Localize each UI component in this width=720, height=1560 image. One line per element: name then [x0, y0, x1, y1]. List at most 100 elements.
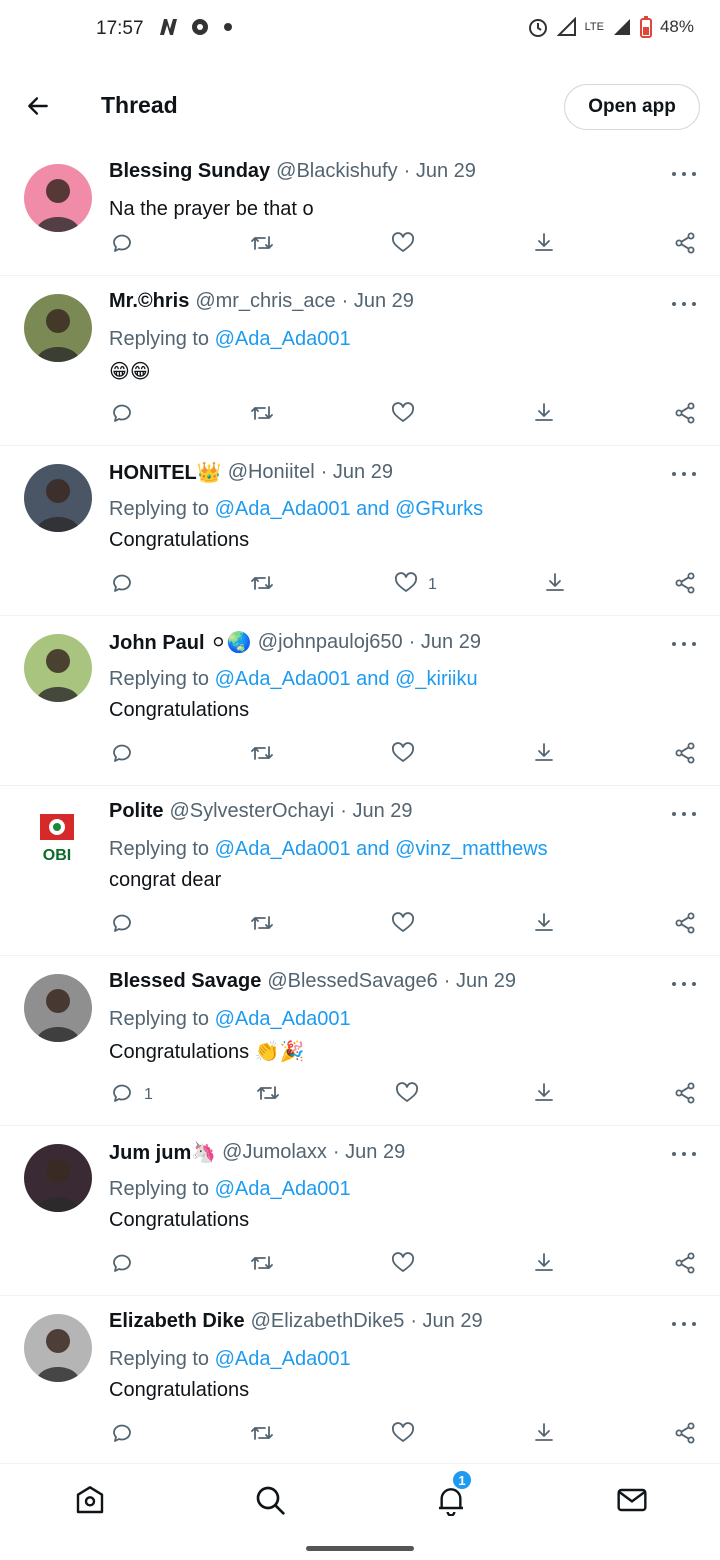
avatar[interactable] — [24, 634, 92, 702]
reply-mentions[interactable]: @Ada_Ada001 — [215, 1178, 351, 1200]
retweet-button[interactable] — [250, 570, 274, 600]
tweet-row[interactable]: Jum jum🦄 @Jumolaxx · Jun 29 Replying to @Ad… — [0, 1126, 720, 1296]
nav-messages[interactable] — [614, 1482, 650, 1518]
retweet-button[interactable] — [250, 910, 274, 940]
like-button[interactable] — [391, 910, 425, 940]
reply-mentions[interactable]: @Ada_Ada001 — [215, 1348, 351, 1370]
share-button[interactable] — [673, 1420, 697, 1450]
reply-mentions[interactable]: @Ada_Ada001 and @vinz_matthews — [215, 838, 548, 860]
author-handle[interactable]: @BlessedSavage6 — [267, 970, 437, 993]
avatar[interactable] — [24, 294, 92, 362]
share-button[interactable] — [673, 1080, 697, 1110]
author-handle[interactable]: @SylvesterOchayi — [169, 800, 334, 823]
more-options-icon[interactable] — [672, 1322, 696, 1330]
reply-button[interactable] — [110, 1250, 144, 1280]
like-button[interactable] — [391, 1420, 425, 1450]
like-button[interactable] — [391, 230, 425, 260]
avatar[interactable] — [24, 164, 92, 232]
tweet-row[interactable]: Blessing Sunday @Blackishufy · Jun 29 Na th… — [0, 146, 720, 276]
reply-mentions[interactable]: @Ada_Ada001 and @GRurks — [215, 498, 484, 520]
author-name[interactable]: Mr.©hris — [109, 290, 189, 313]
reply-button[interactable] — [110, 910, 144, 940]
nav-home[interactable] — [72, 1482, 108, 1518]
tweet-row[interactable]: Elizabeth Dike @ElizabethDike5 · Jun 29 Rep… — [0, 1296, 720, 1466]
like-button[interactable] — [391, 400, 425, 430]
retweet-button[interactable] — [250, 1250, 274, 1280]
download-button[interactable] — [532, 910, 556, 940]
more-options-icon[interactable] — [672, 472, 696, 480]
author-name[interactable]: Elizabeth Dike — [109, 1310, 245, 1333]
nav-search[interactable] — [252, 1482, 288, 1518]
tweet-row[interactable]: OBI Polite @SylvesterOchayi · Jun 29 Replyin… — [0, 786, 720, 956]
avatar[interactable] — [24, 974, 92, 1042]
tweet-date[interactable]: · Jun 29 — [321, 461, 393, 484]
author-name[interactable]: HONITEL👑 — [109, 460, 222, 485]
open-app-button[interactable]: Open app — [564, 84, 700, 130]
share-button[interactable] — [673, 1250, 697, 1280]
like-button[interactable]: 1 — [394, 570, 437, 600]
retweet-button[interactable] — [250, 230, 274, 260]
download-button[interactable] — [532, 230, 556, 260]
reply-button[interactable]: 1 — [110, 1080, 153, 1110]
share-button[interactable] — [673, 230, 697, 260]
retweet-button[interactable] — [256, 1080, 280, 1110]
reply-mentions[interactable]: @Ada_Ada001 — [215, 1008, 351, 1030]
tweet-date[interactable]: · Jun 29 — [342, 290, 414, 313]
author-name[interactable]: Blessed Savage — [109, 970, 261, 993]
download-button[interactable] — [532, 1080, 556, 1110]
author-name[interactable]: Blessing Sunday — [109, 160, 270, 183]
author-handle[interactable]: @ElizabethDike5 — [251, 1310, 405, 1333]
avatar[interactable] — [24, 464, 92, 532]
author-handle[interactable]: @johnpauloj650 — [258, 631, 403, 654]
share-button[interactable] — [673, 400, 697, 430]
like-button[interactable] — [391, 1250, 425, 1280]
like-button[interactable] — [391, 740, 425, 770]
author-handle[interactable]: @mr_chris_ace — [195, 290, 335, 313]
reply-mentions[interactable]: @Ada_Ada001 and @_kiriiku — [215, 668, 478, 690]
download-button[interactable] — [532, 400, 556, 430]
reply-button[interactable] — [110, 570, 144, 600]
tweet-date[interactable]: · Jun 29 — [340, 800, 412, 823]
avatar[interactable] — [24, 1314, 92, 1382]
author-name[interactable]: John Paul ⚪🌏 — [109, 630, 252, 655]
tweet-row[interactable]: Blessed Savage @BlessedSavage6 · Jun 29 Rep… — [0, 956, 720, 1126]
more-options-icon[interactable] — [672, 302, 696, 310]
reply-button[interactable] — [110, 400, 144, 430]
tweet-row[interactable]: John Paul ⚪🌏 @johnpauloj650 · Jun 29 Replyi… — [0, 616, 720, 786]
more-options-icon[interactable] — [672, 982, 696, 990]
nav-notifications[interactable]: 1 — [433, 1469, 473, 1518]
author-handle[interactable]: @Jumolaxx — [222, 1141, 327, 1164]
tweet-date[interactable]: · Jun 29 — [410, 1310, 482, 1333]
author-handle[interactable]: @Honiitel — [228, 461, 315, 484]
share-button[interactable] — [673, 740, 697, 770]
author-handle[interactable]: @Blackishufy — [276, 160, 397, 183]
download-button[interactable] — [532, 1420, 556, 1450]
retweet-button[interactable] — [250, 400, 274, 430]
tweet-date[interactable]: · Jun 29 — [404, 160, 476, 183]
tweet-date[interactable]: · Jun 29 — [444, 970, 516, 993]
tweet-date[interactable]: · Jun 29 — [333, 1141, 405, 1164]
reply-button[interactable] — [110, 1420, 144, 1450]
author-name[interactable]: Polite — [109, 800, 163, 823]
retweet-button[interactable] — [250, 740, 274, 770]
download-button[interactable] — [543, 570, 567, 600]
tweet-row[interactable]: HONITEL👑 @Honiitel · Jun 29 Replying to @Ad… — [0, 446, 720, 616]
home-indicator[interactable] — [306, 1546, 414, 1551]
author-name[interactable]: Jum jum🦄 — [109, 1140, 216, 1165]
tweet-date[interactable]: · Jun 29 — [409, 631, 481, 654]
reply-button[interactable] — [110, 230, 144, 260]
back-button[interactable] — [22, 90, 54, 122]
reply-button[interactable] — [110, 740, 144, 770]
share-button[interactable] — [673, 910, 697, 940]
more-options-icon[interactable] — [672, 1152, 696, 1160]
tweet-row[interactable]: Mr.©hris @mr_chris_ace · Jun 29 Replying to… — [0, 276, 720, 446]
like-button[interactable] — [395, 1080, 429, 1110]
retweet-button[interactable] — [250, 1420, 274, 1450]
reply-mentions[interactable]: @Ada_Ada001 — [215, 328, 351, 350]
share-button[interactable] — [673, 570, 697, 600]
avatar[interactable]: OBI — [24, 804, 92, 872]
more-options-icon[interactable] — [672, 642, 696, 650]
more-options-icon[interactable] — [672, 812, 696, 820]
download-button[interactable] — [532, 1250, 556, 1280]
download-button[interactable] — [532, 740, 556, 770]
